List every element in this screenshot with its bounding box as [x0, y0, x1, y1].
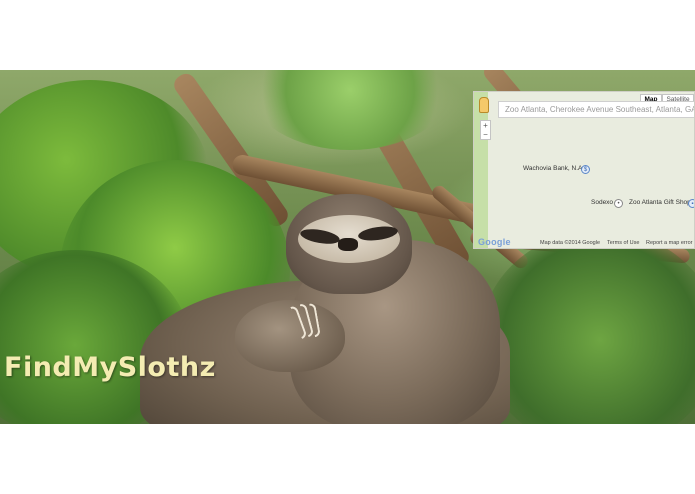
zoom-control: + −	[480, 120, 491, 140]
map-widget[interactable]: Map Satellite Zoo Atlanta, Cherokee Aven…	[473, 91, 695, 249]
map-search-input[interactable]: Zoo Atlanta, Cherokee Avenue Southeast, …	[498, 101, 694, 118]
report-map-error-link[interactable]: Report a map error	[646, 239, 692, 248]
terms-of-use-link[interactable]: Terms of Use	[607, 239, 639, 248]
street-view-pegman-icon[interactable]	[479, 97, 489, 113]
poi-label-gift-shop[interactable]: Zoo Atlanta Gift Shop	[629, 199, 691, 206]
shop-icon[interactable]: ▪	[688, 199, 694, 208]
bank-icon[interactable]: $	[581, 165, 590, 174]
poi-label-wachovia[interactable]: Wachovia Bank, N.A	[523, 165, 582, 172]
map-park-area	[474, 92, 488, 248]
google-logo: Google	[478, 237, 511, 247]
poi-label-sodexo[interactable]: Sodexo	[591, 199, 613, 206]
map-footer: Google Map data ©2014 Google Terms of Us…	[474, 237, 694, 248]
map-data-attribution: Map data ©2014 Google	[540, 240, 601, 246]
zoom-in-button[interactable]: +	[481, 121, 490, 130]
zoom-out-button[interactable]: −	[481, 130, 490, 139]
app-title: FindMySlothz	[4, 352, 216, 383]
sloth-nose	[338, 238, 358, 251]
place-icon[interactable]: •	[614, 199, 623, 208]
sloth-arm	[235, 300, 345, 372]
leaf-cluster	[250, 70, 450, 150]
